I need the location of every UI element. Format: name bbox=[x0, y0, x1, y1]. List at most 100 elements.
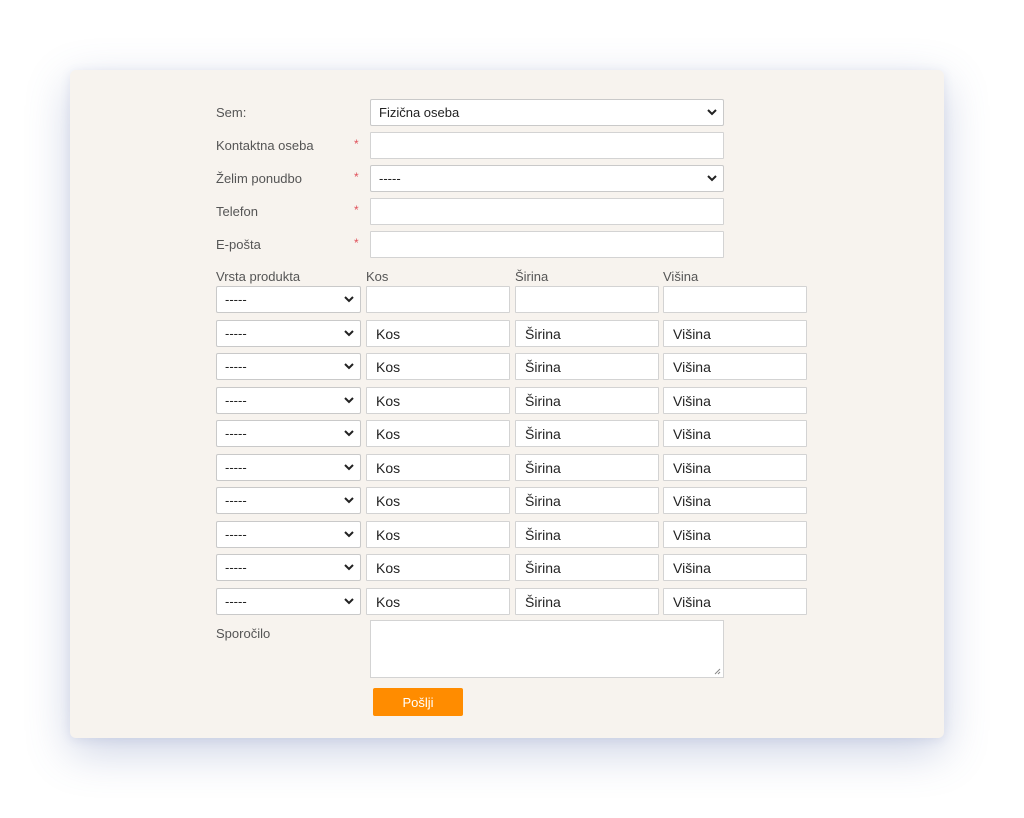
kos-input[interactable]: Kos bbox=[366, 420, 510, 447]
kos-input[interactable]: Kos bbox=[366, 320, 510, 347]
resize-grip-icon[interactable] bbox=[713, 667, 721, 675]
sirina-value: Širina bbox=[525, 426, 561, 442]
kontaktna-oseba-input[interactable] bbox=[370, 132, 724, 159]
chevron-down-icon bbox=[344, 430, 354, 437]
sirina-value: Širina bbox=[525, 560, 561, 576]
kos-value: Kos bbox=[376, 493, 401, 509]
kos-input[interactable]: Kos bbox=[366, 521, 510, 548]
kos-input[interactable]: Kos bbox=[366, 454, 510, 481]
sporocilo-textarea[interactable] bbox=[370, 620, 724, 678]
kos-value: Kos bbox=[376, 359, 401, 375]
product-type-select[interactable]: ----- bbox=[216, 353, 361, 380]
sirina-value: Širina bbox=[525, 326, 561, 342]
zelim-ponudbo-select[interactable]: ----- bbox=[370, 165, 724, 192]
product-type-select[interactable]: ----- bbox=[216, 320, 361, 347]
product-type-select[interactable]: ----- bbox=[216, 554, 361, 581]
product-type-selected-value: ----- bbox=[225, 393, 247, 408]
kos-input[interactable]: Kos bbox=[366, 387, 510, 414]
visina-value: Višina bbox=[673, 393, 711, 409]
product-type-selected-value: ----- bbox=[225, 426, 247, 441]
product-type-selected-value: ----- bbox=[225, 460, 247, 475]
telefon-input[interactable] bbox=[370, 198, 724, 225]
product-type-selected-value: ----- bbox=[225, 292, 247, 307]
required-marker: * bbox=[354, 170, 359, 184]
product-type-select[interactable]: ----- bbox=[216, 454, 361, 481]
product-type-select[interactable]: ----- bbox=[216, 420, 361, 447]
product-type-selected-value: ----- bbox=[225, 527, 247, 542]
sirina-header: Širina bbox=[515, 269, 549, 284]
kos-input[interactable]: Kos bbox=[366, 487, 510, 514]
product-type-select[interactable]: ----- bbox=[216, 387, 361, 414]
chevron-down-icon bbox=[344, 564, 354, 571]
eposta-input[interactable] bbox=[370, 231, 724, 258]
sirina-value: Širina bbox=[525, 460, 561, 476]
product-type-select[interactable]: ----- bbox=[216, 588, 361, 615]
visina-input[interactable] bbox=[663, 286, 807, 313]
sirina-input[interactable]: Širina bbox=[515, 588, 659, 615]
kos-value: Kos bbox=[376, 326, 401, 342]
product-type-header: Vrsta produkta bbox=[216, 269, 301, 284]
chevron-down-icon bbox=[707, 175, 717, 182]
product-type-selected-value: ----- bbox=[225, 359, 247, 374]
chevron-down-icon bbox=[344, 296, 354, 303]
visina-header: Višina bbox=[663, 269, 699, 284]
product-type-selected-value: ----- bbox=[225, 326, 247, 341]
product-type-select[interactable]: ----- bbox=[216, 521, 361, 548]
kos-input[interactable] bbox=[366, 286, 510, 313]
sem-select[interactable]: Fizična oseba bbox=[370, 99, 724, 126]
visina-input[interactable]: Višina bbox=[663, 320, 807, 347]
product-type-select[interactable]: ----- bbox=[216, 286, 361, 313]
sirina-input[interactable]: Širina bbox=[515, 454, 659, 481]
visina-input[interactable]: Višina bbox=[663, 487, 807, 514]
product-type-selected-value: ----- bbox=[225, 560, 247, 575]
chevron-down-icon bbox=[707, 109, 717, 116]
sirina-value: Širina bbox=[525, 359, 561, 375]
visina-input[interactable]: Višina bbox=[663, 420, 807, 447]
sirina-input[interactable]: Širina bbox=[515, 353, 659, 380]
visina-value: Višina bbox=[673, 426, 711, 442]
submit-button[interactable]: Pošlji bbox=[373, 688, 463, 716]
kos-input[interactable]: Kos bbox=[366, 353, 510, 380]
form-card: Sem: Fizična oseba Kontaktna oseba * Žel… bbox=[70, 70, 944, 738]
chevron-down-icon bbox=[344, 330, 354, 337]
sirina-input[interactable]: Širina bbox=[515, 554, 659, 581]
visina-input[interactable]: Višina bbox=[663, 387, 807, 414]
product-type-selected-value: ----- bbox=[225, 594, 247, 609]
kos-input[interactable]: Kos bbox=[366, 588, 510, 615]
kos-value: Kos bbox=[376, 560, 401, 576]
sirina-value: Širina bbox=[525, 393, 561, 409]
kos-input[interactable]: Kos bbox=[366, 554, 510, 581]
visina-value: Višina bbox=[673, 493, 711, 509]
sirina-input[interactable]: Širina bbox=[515, 387, 659, 414]
eposta-label: E-pošta bbox=[216, 237, 261, 252]
required-marker: * bbox=[354, 203, 359, 217]
telefon-label: Telefon bbox=[216, 204, 258, 219]
kos-value: Kos bbox=[376, 594, 401, 610]
sirina-value: Širina bbox=[525, 493, 561, 509]
visina-input[interactable]: Višina bbox=[663, 521, 807, 548]
sirina-input[interactable]: Širina bbox=[515, 420, 659, 447]
chevron-down-icon bbox=[344, 531, 354, 538]
visina-value: Višina bbox=[673, 594, 711, 610]
product-type-select[interactable]: ----- bbox=[216, 487, 361, 514]
sirina-input[interactable]: Širina bbox=[515, 521, 659, 548]
visina-value: Višina bbox=[673, 359, 711, 375]
sirina-input[interactable] bbox=[515, 286, 659, 313]
sirina-input[interactable]: Širina bbox=[515, 487, 659, 514]
chevron-down-icon bbox=[344, 397, 354, 404]
visina-input[interactable]: Višina bbox=[663, 554, 807, 581]
visina-value: Višina bbox=[673, 326, 711, 342]
sem-selected-value: Fizična oseba bbox=[379, 105, 460, 120]
kos-value: Kos bbox=[376, 460, 401, 476]
visina-input[interactable]: Višina bbox=[663, 588, 807, 615]
kos-value: Kos bbox=[376, 426, 401, 442]
chevron-down-icon bbox=[344, 464, 354, 471]
kos-value: Kos bbox=[376, 393, 401, 409]
sirina-value: Širina bbox=[525, 527, 561, 543]
visina-input[interactable]: Višina bbox=[663, 454, 807, 481]
sirina-input[interactable]: Širina bbox=[515, 320, 659, 347]
required-marker: * bbox=[354, 137, 359, 151]
kos-value: Kos bbox=[376, 527, 401, 543]
zelim-ponudbo-selected-value: ----- bbox=[379, 171, 401, 186]
visina-input[interactable]: Višina bbox=[663, 353, 807, 380]
